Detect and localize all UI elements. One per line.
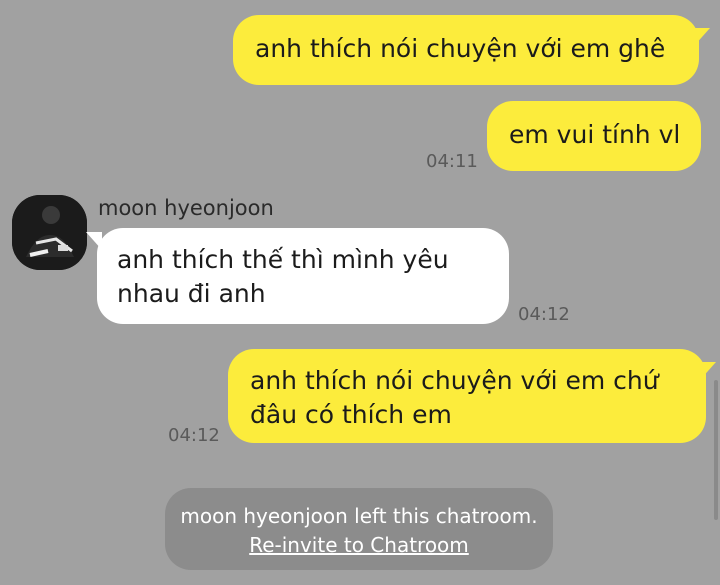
message-line: đâu có thích em (250, 400, 452, 429)
system-notice: moon hyeonjoon left this chatroom. Re-in… (165, 488, 553, 570)
received-message-bubble[interactable]: anh thích thế thì mình yêu nhau đi anh (97, 228, 509, 324)
bubble-tail (700, 362, 716, 380)
message-time: 04:12 (168, 425, 220, 446)
message-line: nhau đi anh (117, 279, 266, 308)
my-message-bubble[interactable]: anh thích nói chuyện với em ghê (233, 15, 699, 85)
message-line: anh thích nói chuyện với em chứ (250, 366, 659, 395)
my-message-bubble[interactable]: em vui tính vl (487, 101, 701, 171)
my-message-bubble[interactable]: anh thích nói chuyện với em chứ đâu có t… (228, 349, 706, 443)
message-line: anh thích thế thì mình yêu (117, 245, 449, 274)
sender-name: moon hyeonjoon (98, 196, 274, 220)
message-text: em vui tính vl (509, 120, 681, 149)
message-text: anh thích nói chuyện với em ghê (255, 34, 666, 63)
bubble-tail (694, 28, 710, 46)
reinvite-link[interactable]: Re-invite to Chatroom (249, 531, 469, 560)
profile-photo (12, 195, 87, 270)
sender-avatar[interactable] (12, 195, 87, 270)
notice-text: moon hyeonjoon left this chatroom. (180, 504, 538, 528)
message-time: 04:11 (426, 151, 478, 172)
message-time: 04:12 (518, 304, 570, 325)
scrollbar[interactable] (714, 380, 718, 520)
